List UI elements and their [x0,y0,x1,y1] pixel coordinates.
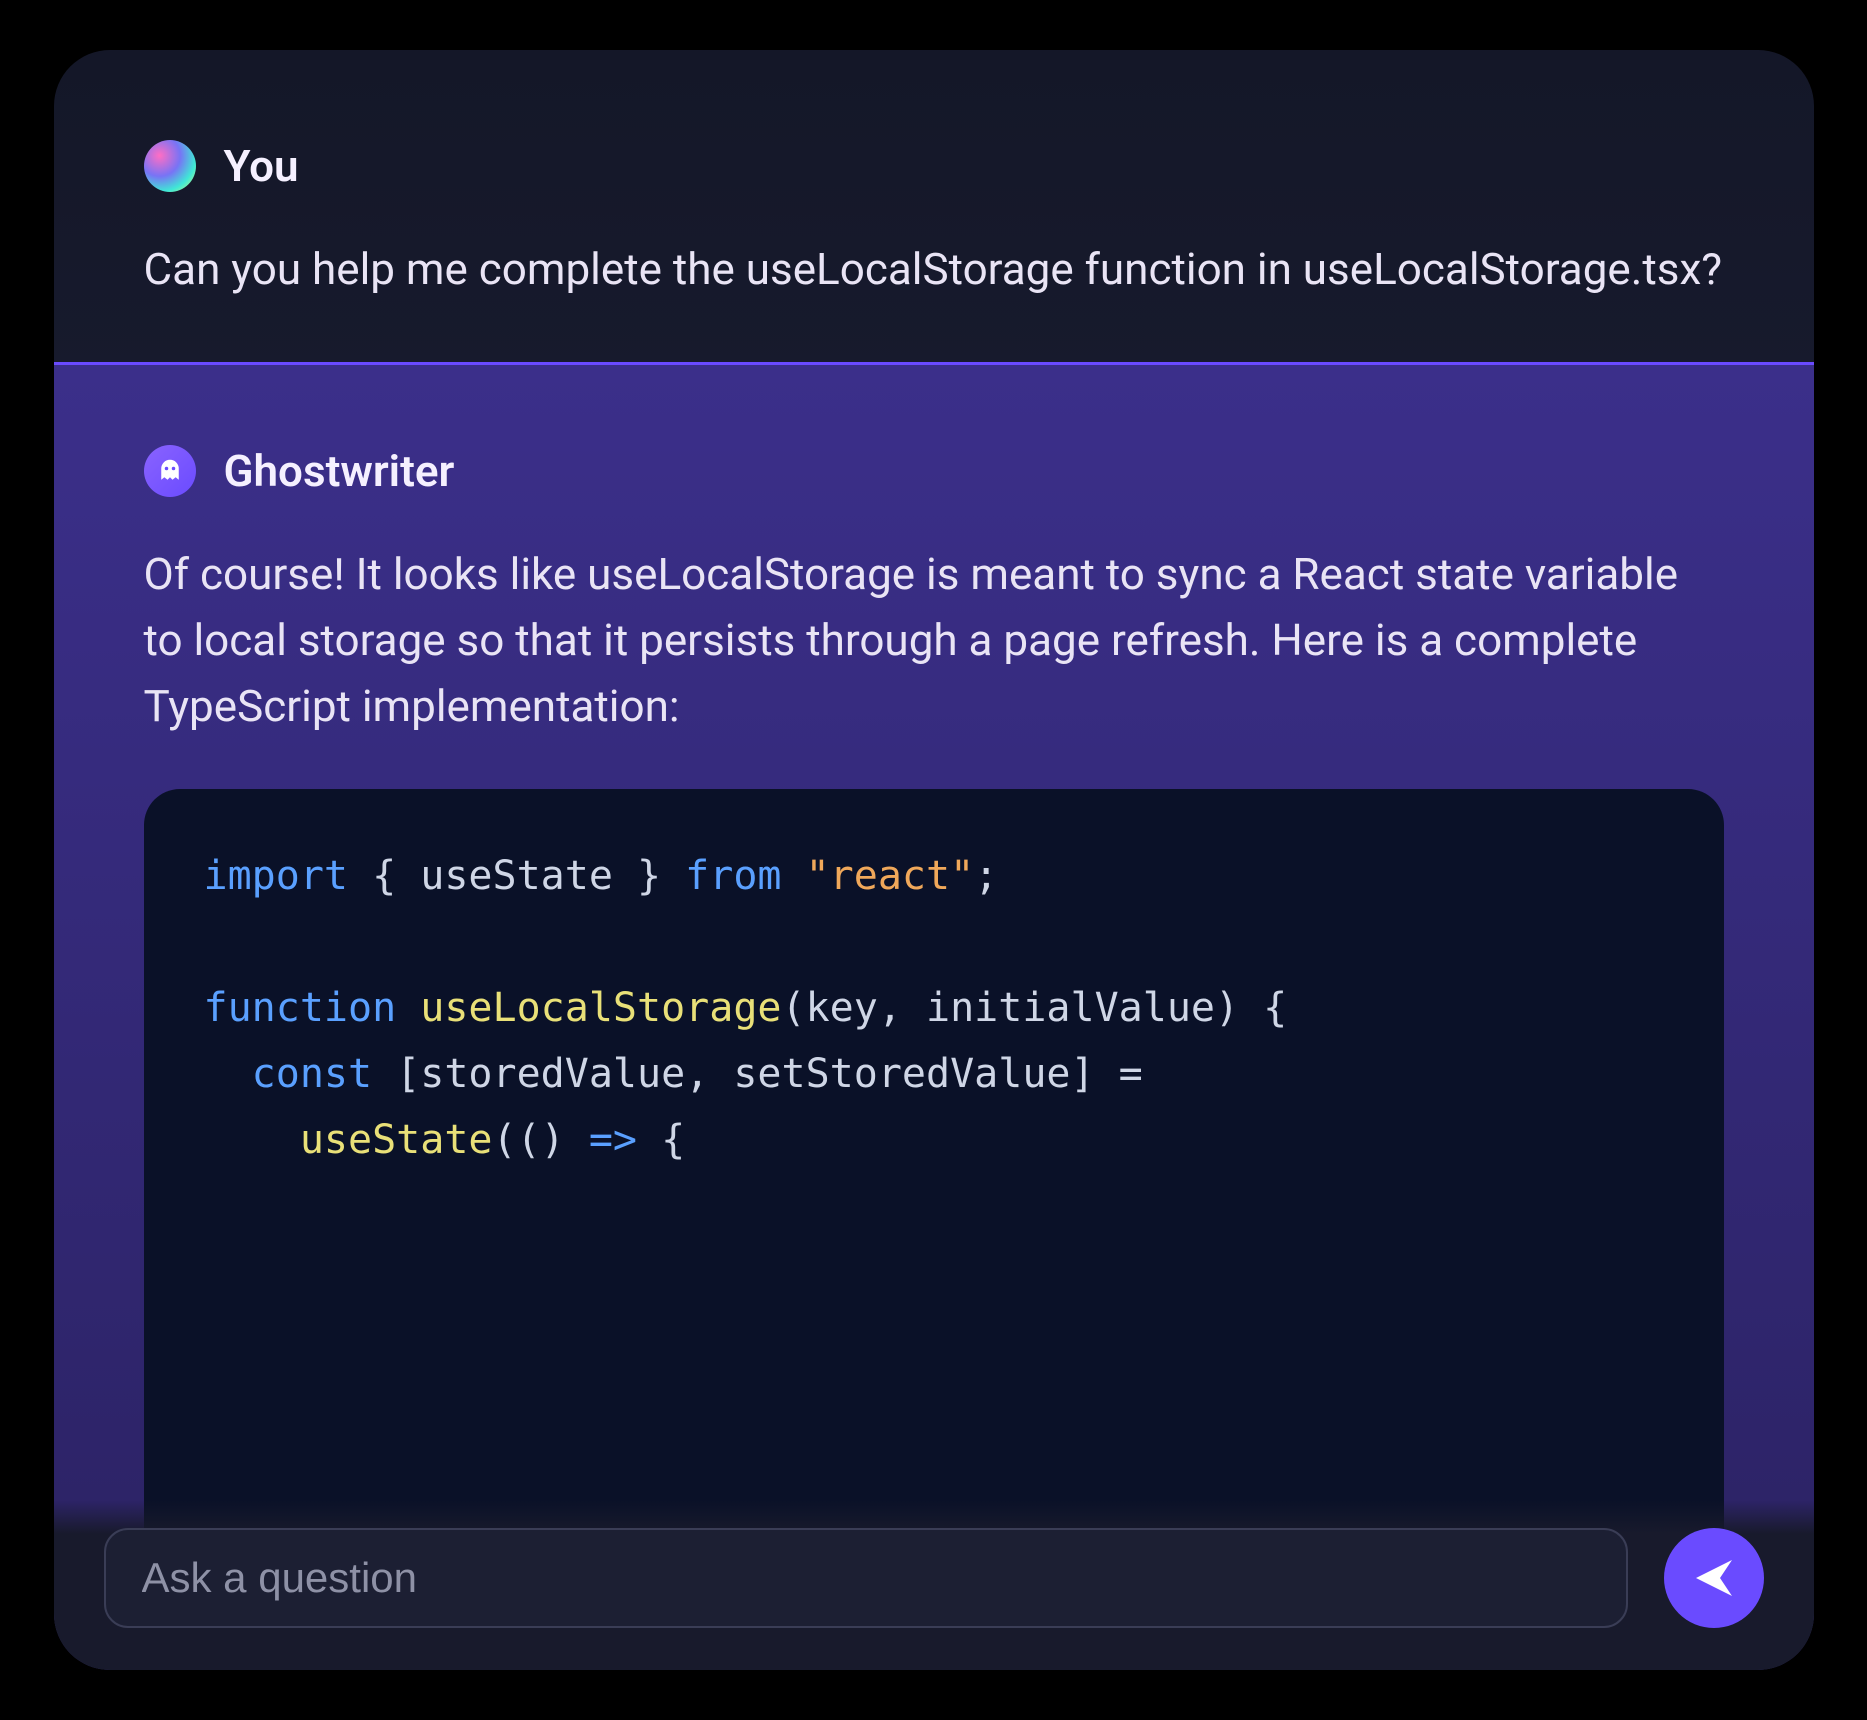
code-token: [ [372,1051,420,1097]
user-avatar-icon [144,140,196,192]
user-message: You Can you help me complete the useLoca… [54,50,1814,362]
bot-message: Ghostwriter Of course! It looks like use… [54,365,1814,1670]
send-button[interactable] [1664,1528,1764,1628]
bot-message-body: Of course! It looks like useLocalStorage… [144,541,1724,739]
user-message-header: You [144,140,1724,192]
ghostwriter-avatar [144,445,196,497]
code-token: { [637,1117,685,1163]
code-token: "react" [806,853,975,899]
code-token [204,1051,252,1097]
code-token: , [685,1051,733,1097]
code-token: import [204,853,349,899]
code-token: ] = [1071,1051,1143,1097]
code-token: storedValue [420,1051,685,1097]
code-token: setStoredValue [733,1051,1070,1097]
code-token: key [806,985,878,1031]
code-token: useLocalStorage [420,985,781,1031]
code-token: from [685,853,781,899]
send-icon [1690,1554,1738,1602]
user-name: You [224,140,299,192]
code-token: => [589,1117,637,1163]
bot-name: Ghostwriter [224,445,455,497]
code-token: ( [781,985,805,1031]
code-token: (() [492,1117,588,1163]
code-token: } [613,853,685,899]
code-token: useState [420,853,613,899]
code-token [396,985,420,1031]
code-token: initialValue [926,985,1215,1031]
code-token: ; [974,853,998,899]
code-token: useState [300,1117,493,1163]
ghost-icon [155,456,185,486]
code-token [204,1117,300,1163]
code-token: ) { [1215,985,1287,1031]
code-token: , [878,985,926,1031]
code-token: const [252,1051,372,1097]
code-token: function [204,985,397,1031]
bot-message-header: Ghostwriter [144,445,1724,497]
user-message-body: Can you help me complete the useLocalSto… [144,236,1724,302]
chat-window: You Can you help me complete the useLoca… [54,50,1814,1670]
input-bar [54,1500,1814,1670]
code-token [781,853,805,899]
code-token: { [348,853,420,899]
question-input[interactable] [104,1528,1628,1628]
